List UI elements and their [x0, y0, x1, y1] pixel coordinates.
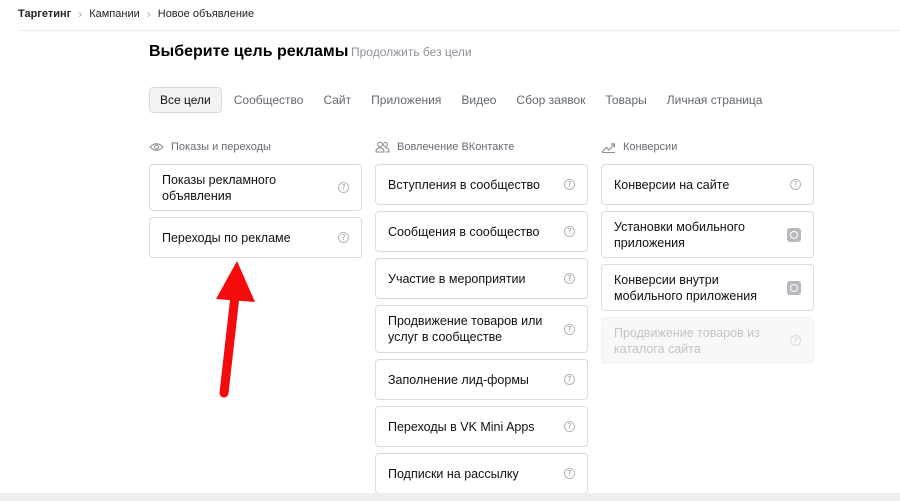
help-icon[interactable]: ?: [564, 273, 575, 284]
breadcrumb-item-new-ad: Новое объявление: [157, 8, 255, 20]
tab-apps[interactable]: Приложения: [361, 87, 451, 113]
column-header-impressions: Показы и переходы: [149, 139, 271, 155]
tab-site[interactable]: Сайт: [313, 87, 361, 113]
help-icon[interactable]: ?: [564, 179, 575, 190]
help-icon[interactable]: ?: [564, 468, 575, 479]
help-icon[interactable]: ?: [338, 182, 349, 193]
tab-lead-collection[interactable]: Сбор заявок: [506, 87, 595, 113]
column-title: Показы и переходы: [171, 141, 271, 153]
help-icon[interactable]: ?: [338, 232, 349, 243]
help-icon[interactable]: ?: [564, 226, 575, 237]
column-header-engagement: Вовлечение ВКонтакте: [375, 139, 514, 155]
tab-video[interactable]: Видео: [451, 87, 506, 113]
goal-card-community-joins[interactable]: Вступления в сообщество ?: [375, 164, 588, 205]
help-icon[interactable]: ?: [564, 421, 575, 432]
goal-card-event-participation[interactable]: Участие в мероприятии ?: [375, 258, 588, 299]
header-divider: [18, 30, 900, 31]
annotation-arrow: [216, 261, 255, 398]
goal-card-label: Установки мобильного приложения: [614, 219, 745, 250]
goal-card-community-product-promotion[interactable]: Продвижение товаров или услуг в сообщест…: [375, 305, 588, 353]
goal-card-app-installs[interactable]: Установки мобильного приложения: [601, 211, 814, 258]
goal-card-label: Подписки на рассылку: [388, 466, 519, 481]
goal-card-ad-clicks[interactable]: Переходы по рекламе ?: [149, 217, 362, 258]
goal-filter-tabs: Все цели Сообщество Сайт Приложения Виде…: [149, 87, 772, 113]
help-icon[interactable]: ?: [564, 323, 575, 335]
goal-card-ad-impressions[interactable]: Показы рекламного объявления ?: [149, 164, 362, 211]
chevron-right-icon: ›: [146, 7, 151, 21]
help-icon[interactable]: ?: [564, 374, 575, 385]
breadcrumb: Таргетинг › Кампании › Новое объявление: [18, 7, 254, 21]
goal-card-label: Конверсии на сайте: [614, 177, 730, 192]
eye-icon: [149, 143, 164, 151]
continue-without-goal-link[interactable]: Продолжить без цели: [351, 45, 472, 59]
breadcrumb-item-campaigns[interactable]: Кампании: [89, 8, 140, 20]
goal-card-label: Сообщения в сообщество: [388, 224, 540, 239]
column-title: Конверсии: [623, 141, 678, 153]
mobile-app-icon: [787, 280, 801, 295]
goal-card-label: Конверсии внутри мобильного приложения: [614, 272, 757, 303]
column-header-conversions: Конверсии: [601, 139, 677, 155]
tab-products[interactable]: Товары: [595, 87, 656, 113]
goal-card-catalog-product-promotion: Продвижение товаров из каталога сайта ?: [601, 317, 814, 364]
help-icon[interactable]: ?: [790, 179, 801, 190]
goal-card-lead-form[interactable]: Заполнение лид-формы ?: [375, 359, 588, 400]
trend-icon: [601, 143, 616, 153]
chevron-right-icon: ›: [78, 7, 83, 21]
page-title: Выберите цель рекламы: [149, 43, 349, 60]
goal-card-label: Продвижение товаров из каталога сайта: [614, 325, 760, 356]
goal-card-newsletter-subscriptions[interactable]: Подписки на рассылку ?: [375, 453, 588, 494]
tab-personal-page[interactable]: Личная страница: [657, 87, 773, 113]
help-icon: ?: [790, 335, 801, 346]
column-title: Вовлечение ВКонтакте: [397, 141, 515, 153]
goal-card-label: Участие в мероприятии: [388, 271, 526, 286]
goal-card-label: Продвижение товаров или услуг в сообщест…: [388, 314, 543, 344]
goal-card-community-messages[interactable]: Сообщения в сообщество ?: [375, 211, 588, 252]
goal-card-label: Переходы по рекламе: [162, 230, 291, 245]
tab-all-goals[interactable]: Все цели: [149, 87, 222, 113]
breadcrumb-item-targeting[interactable]: Таргетинг: [18, 8, 71, 20]
goal-card-label: Вступления в сообщество: [388, 177, 540, 192]
goal-card-label: Показы рекламного объявления: [162, 172, 277, 203]
bottom-bar: [0, 493, 900, 501]
tab-community[interactable]: Сообщество: [224, 87, 314, 113]
goal-card-site-conversions[interactable]: Конверсии на сайте ?: [601, 164, 814, 205]
goal-card-vk-mini-apps[interactable]: Переходы в VK Mini Apps ?: [375, 406, 588, 447]
goal-card-in-app-conversions[interactable]: Конверсии внутри мобильного приложения: [601, 264, 814, 311]
goal-card-label: Заполнение лид-формы: [388, 372, 529, 387]
mobile-app-icon: [787, 227, 801, 242]
goal-card-label: Переходы в VK Mini Apps: [388, 419, 535, 434]
users-icon: [375, 141, 390, 153]
